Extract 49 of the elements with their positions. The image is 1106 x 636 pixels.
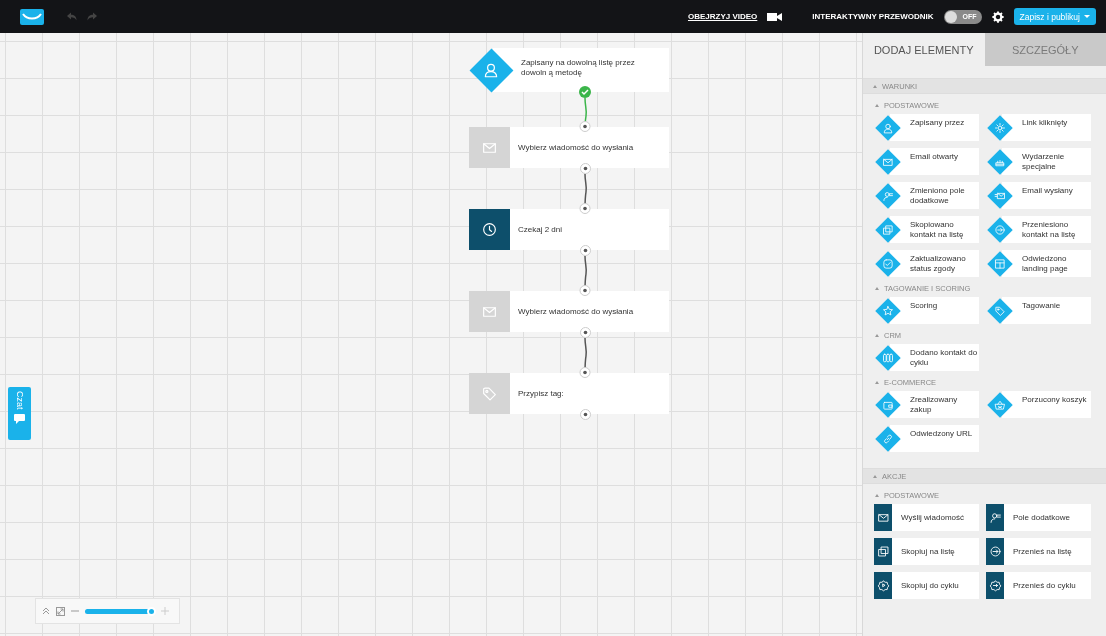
- arrow-circle-icon: [988, 545, 1002, 558]
- copy-icon: [882, 223, 894, 236]
- port-icon[interactable]: [579, 163, 591, 174]
- tag-icon: [994, 304, 1006, 317]
- zoom-slider[interactable]: [85, 608, 155, 614]
- clock-icon: [481, 221, 498, 238]
- copy-icon: [876, 545, 890, 558]
- person-edit-icon: [882, 189, 894, 202]
- port-icon[interactable]: [579, 245, 591, 256]
- action-item[interactable]: Przenieś na listę: [986, 538, 1091, 565]
- link-icon: [882, 432, 894, 445]
- flower-arrow-icon: [988, 579, 1002, 592]
- guide-label: INTERAKTYWNY PRZEWODNIK: [812, 12, 934, 21]
- check-icon: [882, 257, 894, 270]
- gear-icon: [994, 121, 1006, 134]
- tag-icon: [481, 385, 498, 402]
- collapse-icon[interactable]: [875, 104, 879, 107]
- columns-icon: [882, 351, 894, 364]
- collapse-icon[interactable]: [875, 334, 879, 337]
- person-icon: [482, 61, 500, 79]
- logo-icon[interactable]: [20, 8, 44, 25]
- action-item[interactable]: Przenieś do cyklu: [986, 572, 1091, 599]
- port-icon[interactable]: [579, 327, 591, 338]
- caret-icon: [1084, 15, 1090, 18]
- video-camera-icon[interactable]: [767, 11, 783, 22]
- action-item[interactable]: Wyślij wiadomość: [874, 504, 979, 531]
- redo-icon[interactable]: [87, 12, 98, 21]
- action-item[interactable]: Pole dodatkowe: [986, 504, 1091, 531]
- person-edit-icon: [988, 511, 1002, 524]
- collapse-icon[interactable]: [875, 494, 879, 497]
- collapse-icon[interactable]: [875, 381, 879, 384]
- person-icon: [882, 121, 894, 134]
- port-icon[interactable]: [579, 409, 591, 420]
- fit-screen-icon[interactable]: [56, 606, 65, 616]
- flower-play-icon: [876, 579, 890, 592]
- speech-bubble-icon: [14, 413, 25, 424]
- basket-icon: [994, 398, 1006, 411]
- star-icon: [882, 304, 894, 317]
- collapse-icon[interactable]: [875, 287, 879, 290]
- action-item[interactable]: Skopiuj na listę: [874, 538, 979, 565]
- zoom-in-icon[interactable]: [161, 607, 169, 615]
- action-item[interactable]: Skopiuj do cyklu: [874, 572, 979, 599]
- collapse-icon[interactable]: [42, 607, 50, 615]
- settings-icon[interactable]: [991, 10, 1004, 23]
- arrow-circle-icon: [994, 223, 1006, 236]
- undo-icon[interactable]: [66, 12, 77, 21]
- envelope-icon: [876, 511, 890, 524]
- watch-video-link[interactable]: OBEJRZYJ VIDEO: [687, 12, 758, 21]
- layout-icon: [994, 257, 1006, 270]
